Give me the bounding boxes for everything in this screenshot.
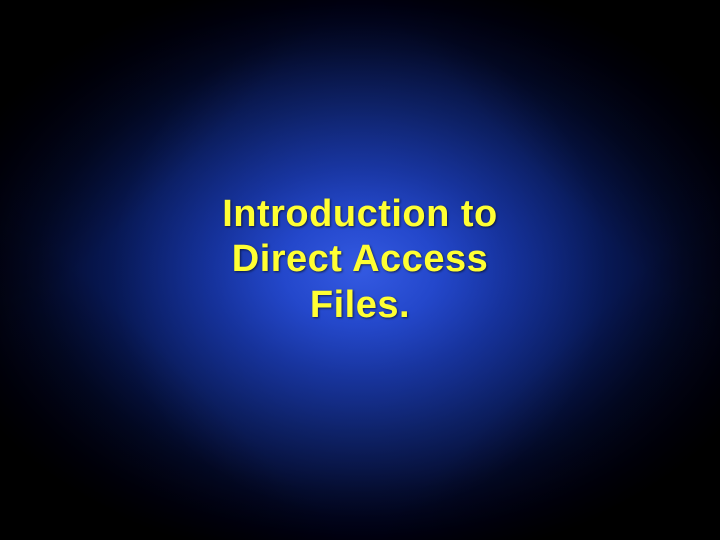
slide-title: Introduction to Direct Access Files. — [222, 192, 498, 329]
slide: Introduction to Direct Access Files. — [0, 0, 720, 540]
